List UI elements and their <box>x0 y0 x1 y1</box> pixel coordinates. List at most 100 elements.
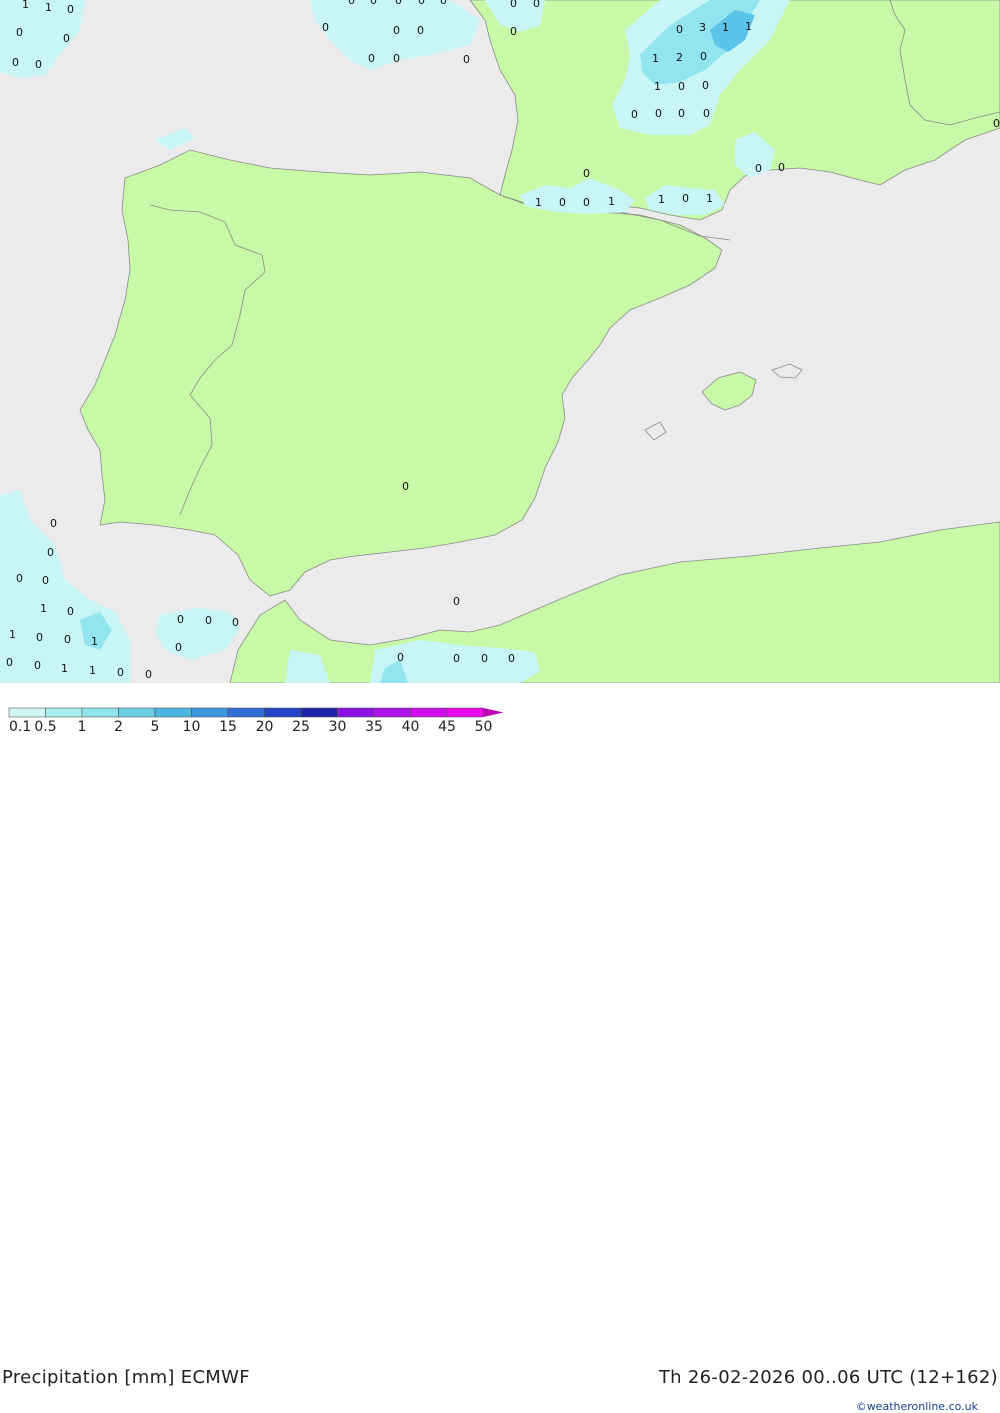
value-label: 0 <box>703 107 710 120</box>
value-label: 0 <box>6 656 13 669</box>
legend-label: 25 <box>292 719 310 733</box>
legend-labels: 0.1 0.5 1 2 5 10 15 20 25 30 35 40 45 50 <box>9 719 492 733</box>
value-label: 1 <box>89 664 96 677</box>
value-label: 0 <box>755 162 762 175</box>
value-label: 0 <box>631 108 638 121</box>
value-label: 0 <box>559 196 566 209</box>
value-label: 0 <box>453 595 460 608</box>
value-label: 0 <box>177 613 184 626</box>
value-label: 0 <box>117 666 124 679</box>
legend-swatch <box>337 707 375 718</box>
valid-time: Th 26-02-2026 00..06 UTC (12+162) <box>658 1367 998 1388</box>
value-label: 0 <box>175 641 182 654</box>
value-label: 0 <box>12 56 19 69</box>
value-label: 0 <box>463 53 470 66</box>
value-label: 1 <box>722 21 729 34</box>
value-label: 1 <box>658 193 665 206</box>
legend-swatch <box>154 707 192 718</box>
value-label: 0 <box>510 0 517 10</box>
legend-label: 2 <box>114 719 123 733</box>
value-label: 0 <box>35 58 42 71</box>
value-label: 0 <box>232 616 239 629</box>
value-label: 0 <box>145 668 152 681</box>
value-label: 0 <box>702 79 709 92</box>
value-label: 0 <box>395 0 402 7</box>
legend-swatch <box>81 707 119 718</box>
value-label: 0 <box>36 631 43 644</box>
value-label: 1 <box>654 80 661 93</box>
legend-swatches <box>8 707 504 718</box>
value-label: 2 <box>676 51 683 64</box>
legend-label: 45 <box>438 719 456 733</box>
legend-swatch <box>227 707 265 718</box>
value-label: 0 <box>655 107 662 120</box>
value-label: 0 <box>700 50 707 63</box>
value-label: 0 <box>440 0 447 7</box>
precipitation-map: 1 1 0 0 0 0 0 0 0 0 0 0 0 0 0 0 0 0 0 0 … <box>0 0 1000 683</box>
legend-label: 0.5 <box>34 719 56 733</box>
value-label: 1 <box>9 628 16 641</box>
legend-label: 5 <box>151 719 160 733</box>
value-label: 1 <box>40 602 47 615</box>
value-label: 1 <box>706 192 713 205</box>
value-label: 0 <box>348 0 355 7</box>
value-label: 1 <box>45 1 52 14</box>
value-label: 0 <box>63 32 70 45</box>
value-label: 0 <box>64 633 71 646</box>
legend-swatch <box>45 707 83 718</box>
value-label: 0 <box>47 546 54 559</box>
value-label: 0 <box>205 614 212 627</box>
value-label: 0 <box>533 0 540 10</box>
value-label: 0 <box>322 21 329 34</box>
value-label: 1 <box>535 196 542 209</box>
legend-label: 30 <box>329 719 347 733</box>
value-label: 0 <box>678 107 685 120</box>
value-label: 1 <box>745 20 752 33</box>
legend-swatch <box>410 707 448 718</box>
credit-link[interactable]: ©weatheronline.co.uk <box>856 1400 978 1413</box>
value-label: 0 <box>16 572 23 585</box>
legend-swatch <box>446 707 484 718</box>
map-title: Precipitation [mm] ECMWF <box>2 1367 250 1388</box>
value-label: 1 <box>61 662 68 675</box>
legend-swatch <box>264 707 302 718</box>
value-label: 0 <box>481 652 488 665</box>
value-label: 0 <box>393 24 400 37</box>
value-label: 0 <box>393 52 400 65</box>
value-label: 0 <box>402 480 409 493</box>
value-label: 0 <box>67 605 74 618</box>
legend-swatch <box>300 707 338 718</box>
value-label: 0 <box>42 574 49 587</box>
value-label: 1 <box>91 635 98 648</box>
value-label: 0 <box>34 659 41 672</box>
legend-label: 15 <box>219 719 237 733</box>
value-label: 0 <box>50 517 57 530</box>
legend-label: 20 <box>256 719 274 733</box>
value-label: 0 <box>993 117 1000 130</box>
legend-swatch <box>373 707 411 718</box>
value-label: 0 <box>417 24 424 37</box>
legend-swatch <box>191 707 229 718</box>
precip-legend: 0.1 0.5 1 2 5 10 15 20 25 30 35 40 45 50 <box>8 707 504 733</box>
value-label: 0 <box>453 652 460 665</box>
value-label: 1 <box>22 0 29 11</box>
legend-label: 0.1 <box>9 719 31 733</box>
value-label: 0 <box>67 3 74 16</box>
legend-label: 35 <box>365 719 383 733</box>
value-label: 0 <box>16 26 23 39</box>
value-label: 0 <box>583 196 590 209</box>
legend-swatch <box>118 707 156 718</box>
value-label: 0 <box>370 0 377 7</box>
value-label: 1 <box>652 52 659 65</box>
legend-label: 1 <box>78 719 87 733</box>
value-label: 0 <box>682 192 689 205</box>
value-label: 0 <box>510 25 517 38</box>
value-label: 0 <box>418 0 425 7</box>
value-label: 0 <box>676 23 683 36</box>
value-label: 0 <box>397 651 404 664</box>
legend-label: 10 <box>183 719 201 733</box>
value-label: 0 <box>508 652 515 665</box>
value-label: 3 <box>699 21 706 34</box>
value-label: 0 <box>778 161 785 174</box>
value-label: 0 <box>678 80 685 93</box>
